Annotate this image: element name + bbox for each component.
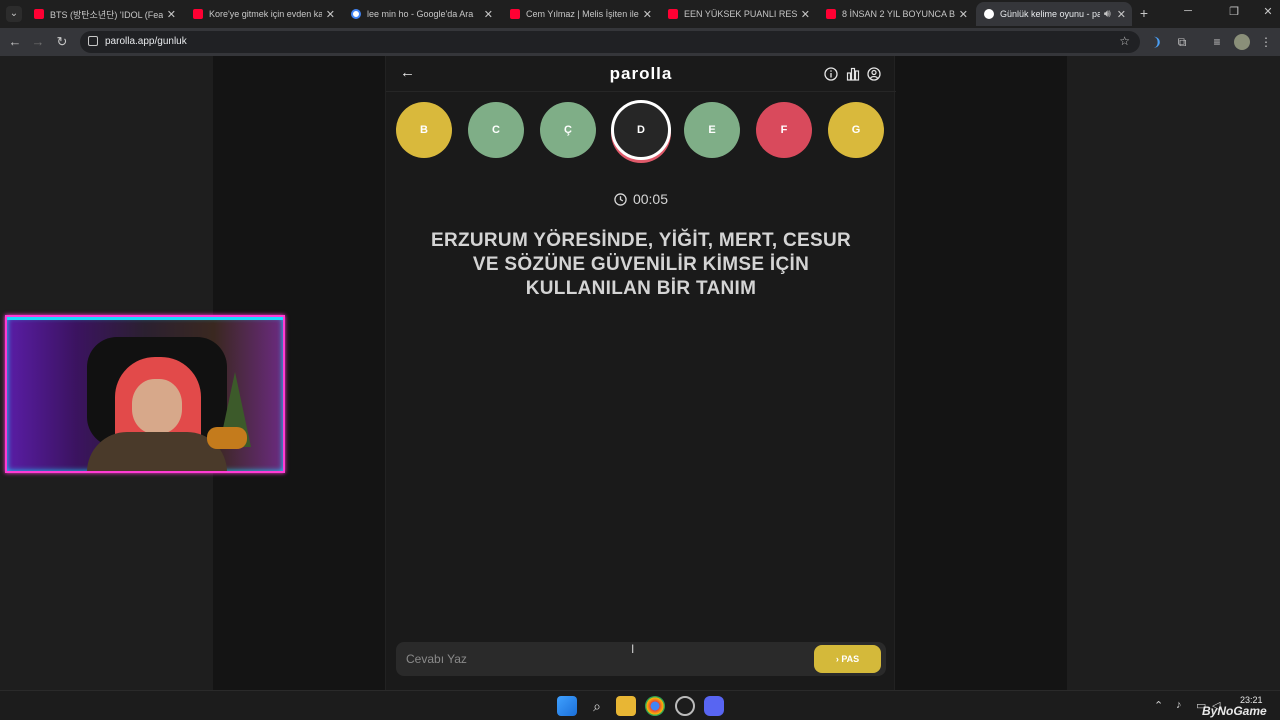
app-logo: parolla	[609, 64, 673, 83]
restore-icon[interactable]: ❐	[1226, 5, 1242, 18]
streamer-face	[132, 379, 182, 434]
watermark: ByNoGame	[1202, 704, 1267, 718]
youtube-icon	[668, 9, 678, 19]
tab-strip: ⌄ BTS (방탄소년단) 'IDOL (Feat. N ✕ Kore'ye g…	[0, 0, 1280, 28]
chrome-icon[interactable]	[645, 696, 665, 716]
back-icon[interactable]: ←	[7, 34, 23, 50]
taskbar: ⌕ ⌃ ♪ ▭ ◁ 23:21	[0, 690, 1280, 720]
close-icon[interactable]: ✕	[643, 8, 652, 21]
letter-circle: Ç	[540, 102, 596, 158]
close-window-icon[interactable]: ✕	[1260, 5, 1276, 18]
mic-icon[interactable]: ♪	[1176, 699, 1182, 711]
timer: 00:05	[386, 191, 896, 207]
tab-title: 8 İNSAN 2 YIL BOYUNCA BİR F	[842, 9, 955, 19]
menu-icon[interactable]: ⋮	[1258, 34, 1274, 50]
windows-start-icon[interactable]	[557, 696, 577, 716]
close-icon[interactable]: ✕	[484, 8, 493, 21]
close-icon[interactable]: ✕	[1117, 8, 1126, 21]
file-explorer-icon[interactable]	[616, 696, 636, 716]
browser-tab[interactable]: 8 İNSAN 2 YIL BOYUNCA BİR F ✕	[818, 2, 974, 26]
parolla-icon	[984, 9, 994, 19]
letter-circle: C	[468, 102, 524, 158]
browser-toolbar: ← → ↻ parolla.app/gunluk ☆ ❩ ⧉ ≡ ⋮	[0, 28, 1280, 56]
tab-title: Cem Yılmaz | Melis İşiten ile Za	[526, 9, 639, 19]
text-cursor-icon: I	[631, 642, 635, 656]
discord-icon[interactable]	[704, 696, 724, 716]
letter-circle: G	[828, 102, 884, 158]
reload-icon[interactable]: ↻	[54, 34, 70, 50]
letter-circle: E	[684, 102, 740, 158]
extensions-icon[interactable]: ⧉	[1174, 34, 1190, 50]
forward-icon[interactable]: →	[30, 34, 46, 50]
stats-icon[interactable]	[846, 67, 860, 81]
profile-avatar[interactable]	[1234, 34, 1250, 50]
search-icon[interactable]: ⌕	[587, 696, 607, 716]
tab-title: Kore'ye gitmek için evden kaçm	[209, 9, 322, 19]
new-tab-button[interactable]: +	[1136, 5, 1152, 21]
youtube-icon	[510, 9, 520, 19]
question-text: ERZURUM YÖRESİNDE, YİĞİT, MERT, CESUR VE…	[430, 230, 851, 299]
letter-circle: F	[756, 102, 812, 158]
address-bar[interactable]: parolla.app/gunluk ☆	[80, 31, 1140, 53]
chevron-up-icon[interactable]: ⌃	[1154, 699, 1163, 712]
tab-search-button[interactable]: ⌄	[6, 6, 22, 22]
close-icon[interactable]: ✕	[801, 8, 810, 21]
letter-wheel: B C Ç D E F G	[396, 100, 886, 162]
letter-circle: B	[396, 102, 452, 158]
media-icon[interactable]: ❩	[1149, 34, 1165, 50]
browser-tab[interactable]: EEN YÜKSEK PUANLI RESTORAN ✕	[660, 2, 816, 26]
pass-button[interactable]: › PAS	[814, 645, 881, 673]
browser-tab[interactable]: BTS (방탄소년단) 'IDOL (Feat. N ✕	[26, 2, 182, 26]
tab-title: EEN YÜKSEK PUANLI RESTORAN	[684, 9, 797, 19]
parolla-app: ← parolla B C Ç D E F G 00:05 ERZURUM YÖ…	[385, 56, 896, 690]
site-info-icon[interactable]	[88, 36, 98, 46]
close-icon[interactable]: ✕	[959, 8, 968, 21]
user-icon[interactable]	[867, 67, 881, 81]
youtube-icon	[826, 9, 836, 19]
close-icon[interactable]: ✕	[167, 8, 176, 21]
info-icon[interactable]	[824, 67, 838, 81]
browser-tab-active[interactable]: Günlük kelime oyunu - par 🔊︎ ✕	[976, 2, 1132, 26]
microphone	[207, 427, 247, 449]
minimize-icon[interactable]: ─	[1180, 5, 1196, 17]
answer-bar: › PAS	[396, 642, 886, 676]
chevron-right-icon: ›	[835, 654, 839, 664]
speaker-icon[interactable]: 🔊︎	[1104, 8, 1111, 21]
app-header: ← parolla	[386, 56, 896, 92]
letter-circle-current: D	[611, 100, 671, 160]
url-text: parolla.app/gunluk	[105, 36, 187, 47]
webcam-overlay	[5, 315, 285, 473]
tab-title: lee min ho - Google'da Ara	[367, 9, 474, 19]
obs-icon[interactable]	[675, 696, 695, 716]
browser-tab[interactable]: lee min ho - Google'da Ara ✕	[343, 2, 499, 26]
bookmark-star-icon[interactable]: ☆	[1119, 34, 1130, 48]
tab-title: BTS (방탄소년단) 'IDOL (Feat. N	[50, 9, 163, 20]
streamer-body	[87, 432, 227, 471]
answer-input[interactable]	[396, 642, 796, 676]
timer-value: 00:05	[632, 191, 669, 207]
browser-tab[interactable]: Kore'ye gitmek için evden kaçm ✕	[185, 2, 341, 26]
youtube-icon	[193, 9, 203, 19]
google-icon	[351, 9, 361, 19]
close-icon[interactable]: ✕	[326, 8, 335, 21]
youtube-icon	[34, 9, 44, 19]
tab-title: Günlük kelime oyunu - par	[1000, 9, 1100, 19]
reading-list-icon[interactable]: ≡	[1209, 34, 1225, 50]
clock-icon	[614, 193, 627, 206]
browser-tab[interactable]: Cem Yılmaz | Melis İşiten ile Za ✕	[502, 2, 658, 26]
